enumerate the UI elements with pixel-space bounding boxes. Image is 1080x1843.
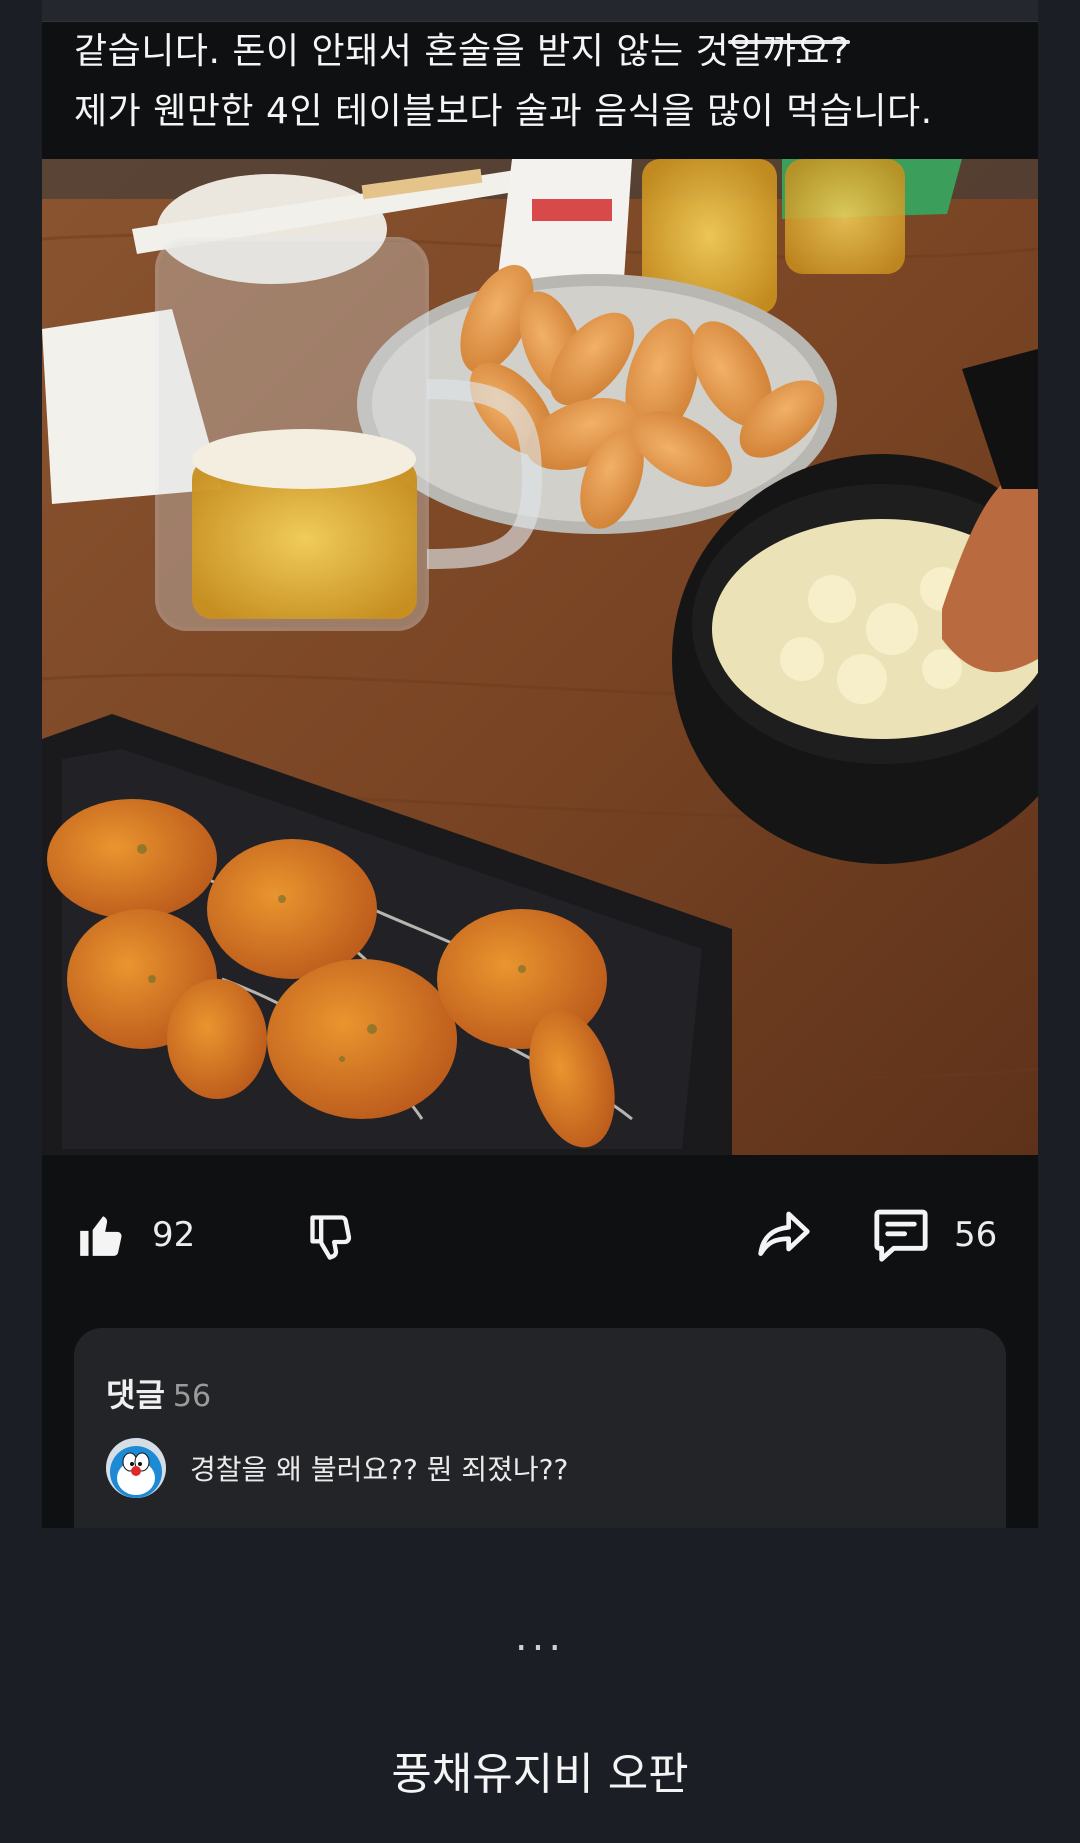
post-actions: 92 56	[42, 1155, 1038, 1317]
share-icon[interactable]	[756, 1209, 812, 1261]
comments-header-count: 56	[172, 1379, 212, 1414]
post-card: 같습니다. 돈이 안돼서 혼술을 받지 않는 것일까요? 제가 웬만한 4인 테…	[42, 22, 1038, 1528]
comment-text: 경찰을 왜 불러요?? 뭔 죄졌나??	[190, 1453, 569, 1486]
comment-icon[interactable]	[872, 1207, 930, 1263]
top-divider	[42, 0, 1038, 22]
comments-preview[interactable]: 댓글 56 경찰을 왜 불러요?? 뭔 죄졌나??	[74, 1328, 1006, 1528]
avatar[interactable]	[106, 1438, 166, 1498]
post-line-1: 같습니다. 돈이 안돼서 혼술을 받지 않는 것일까요?	[74, 31, 850, 72]
comment-action[interactable]: 56	[872, 1207, 997, 1263]
thumbs-up-icon[interactable]	[76, 1210, 126, 1260]
comments-header: 댓글 56	[106, 1370, 211, 1416]
post-line-2: 제가 웬만한 4인 테이블보다 술과 음식을 많이 먹습니다.	[74, 91, 933, 132]
comment-count: 56	[954, 1215, 998, 1255]
thumbs-down-icon[interactable]	[306, 1211, 358, 1263]
comments-title: 댓글	[106, 1376, 165, 1414]
avatar-image	[106, 1438, 166, 1498]
caption-text: 풍채유지비 오판	[391, 1749, 689, 1800]
like-action[interactable]: 92	[76, 1210, 195, 1260]
like-count: 92	[152, 1215, 196, 1255]
more-indicator: ...	[514, 1614, 566, 1660]
post-photo[interactable]	[42, 159, 1038, 1155]
post-body: 같습니다. 돈이 안돼서 혼술을 받지 않는 것일까요? 제가 웬만한 4인 테…	[74, 22, 1024, 142]
dislike-action[interactable]	[306, 1211, 358, 1263]
share-action[interactable]	[756, 1209, 812, 1261]
food-photo-illustration	[42, 159, 1038, 1155]
